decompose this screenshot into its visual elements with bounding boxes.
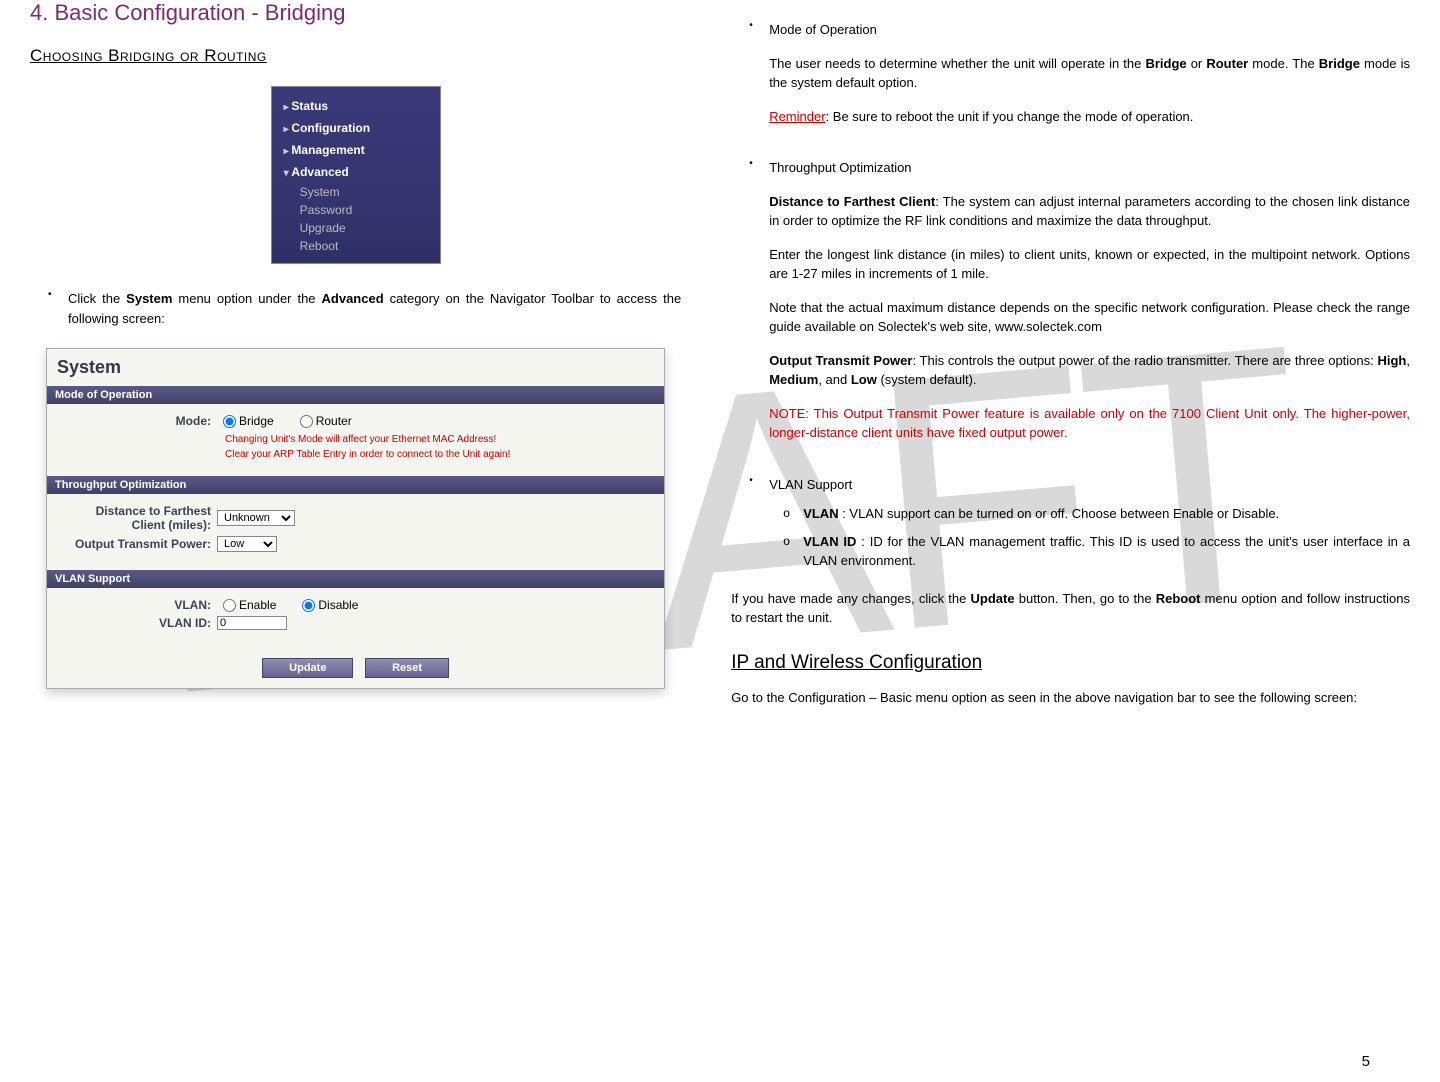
panel-title: System — [47, 349, 664, 386]
update-button[interactable]: Update — [262, 658, 353, 678]
distance-select[interactable]: Unknown — [217, 510, 295, 526]
click-instruction: • Click the System menu option under the… — [30, 289, 681, 328]
vlan-enable-radio[interactable] — [223, 599, 236, 612]
mode-text: The user needs to determine whether the … — [769, 54, 1410, 93]
mode-bridge-text: Bridge — [239, 414, 274, 428]
click-text: Click the System menu option under the A… — [68, 289, 681, 328]
system-panel: System Mode of Operation Mode: Bridge Ro… — [46, 348, 665, 689]
bar-throughput: Throughput Optimization — [47, 476, 664, 494]
page-columns: 4. Basic Configuration - Bridging Choosi… — [0, 0, 1440, 707]
column-left: 4. Basic Configuration - Bridging Choosi… — [30, 0, 706, 707]
vlan-disable-text: Disable — [318, 598, 358, 612]
th-text3: Note that the actual maximum distance de… — [769, 298, 1410, 337]
vlan-b-text: VLAN ID : ID for the VLAN management tra… — [803, 532, 1410, 571]
mode-heading: Mode of Operation — [769, 20, 1410, 40]
th-text2: Enter the longest link distance (in mile… — [769, 245, 1410, 284]
column-right: • Mode of Operation The user needs to de… — [706, 0, 1410, 707]
vlan-disable-radio[interactable] — [302, 599, 315, 612]
navigator-screenshot: Status Configuration Management Advanced… — [30, 86, 681, 264]
vlan-label: VLAN: — [57, 598, 217, 612]
sub-letter: o — [769, 504, 803, 524]
vlan-a-text: VLAN : VLAN support can be turned on or … — [803, 504, 1410, 524]
bullet-icon: • — [731, 475, 769, 579]
vlanid-input[interactable] — [217, 616, 287, 630]
mode-router-text: Router — [316, 414, 352, 428]
sub-letter: o — [769, 532, 803, 571]
nav-management: Management — [272, 139, 440, 161]
otp-select[interactable]: Low — [217, 536, 277, 552]
nav-password: Password — [272, 201, 440, 219]
ip-heading: IP and Wireless Configuration — [731, 652, 1410, 674]
mode-label: Mode: — [57, 414, 217, 428]
nav-config: Configuration — [272, 117, 440, 139]
th-text1: Distance to Farthest Client: The system … — [769, 192, 1410, 231]
mode-bullet: • Mode of Operation The user needs to de… — [731, 20, 1410, 140]
th-note: NOTE: This Output Transmit Power feature… — [769, 404, 1410, 443]
reminder-label: Reminder — [769, 109, 825, 124]
vlan-enable-text: Enable — [239, 598, 276, 612]
ip-text: Go to the Configuration – Basic menu opt… — [731, 688, 1410, 708]
mode-reminder: Reminder: Be sure to reboot the unit if … — [769, 107, 1410, 127]
bar-vlan: VLAN Support — [47, 570, 664, 588]
vlan-sub-b: o VLAN ID : ID for the VLAN management t… — [769, 532, 1410, 571]
page-title: 4. Basic Configuration - Bridging — [30, 0, 681, 26]
nav-upgrade: Upgrade — [272, 219, 440, 237]
mode-warning1: Changing Unit's Mode will affect your Et… — [225, 432, 654, 447]
section-subtitle: Choosing Bridging or Routing — [30, 46, 681, 66]
update-reboot-text: If you have made any changes, click the … — [731, 589, 1410, 628]
nav-status: Status — [272, 95, 440, 117]
bar-mode: Mode of Operation — [47, 386, 664, 404]
nav-advanced: Advanced — [272, 161, 440, 183]
dist-label: Distance to FarthestClient (miles): — [57, 504, 217, 532]
bullet-icon: • — [30, 289, 68, 328]
mode-warning2: Clear your ARP Table Entry in order to c… — [225, 447, 654, 462]
vlan-heading: VLAN Support — [769, 475, 1410, 495]
vlan-bullet: • VLAN Support o VLAN : VLAN support can… — [731, 475, 1410, 579]
mode-router-radio[interactable] — [300, 415, 313, 428]
nav-system: System — [272, 183, 440, 201]
page-number: 5 — [1362, 1053, 1370, 1070]
nav-reboot: Reboot — [272, 237, 440, 255]
bullet-icon: • — [731, 158, 769, 457]
th-text4: Output Transmit Power: This controls the… — [769, 351, 1410, 390]
reset-button[interactable]: Reset — [365, 658, 449, 678]
vlan-sub-a: o VLAN : VLAN support can be turned on o… — [769, 504, 1410, 524]
mode-bridge-radio[interactable] — [223, 415, 236, 428]
throughput-heading: Throughput Optimization — [769, 158, 1410, 178]
vlanid-label: VLAN ID: — [57, 616, 217, 630]
bullet-icon: • — [731, 20, 769, 140]
throughput-bullet: • Throughput Optimization Distance to Fa… — [731, 158, 1410, 457]
otp-label: Output Transmit Power: — [57, 537, 217, 551]
navigator-box: Status Configuration Management Advanced… — [271, 86, 441, 264]
